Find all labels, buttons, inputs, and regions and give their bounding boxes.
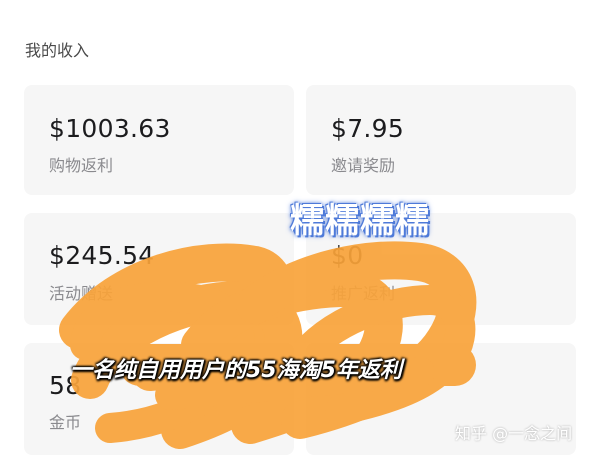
income-amount: $245.54 <box>49 241 155 270</box>
section-title: 我的收入 <box>25 41 90 60</box>
income-card-activity-gift[interactable]: $245.54 活动赠送 <box>24 213 294 325</box>
income-label: 活动赠送 <box>49 284 114 303</box>
credit-text: 知乎 @一念之间 <box>455 424 573 443</box>
income-amount: $0 <box>331 241 364 270</box>
watermark-text: 糯糯糯糯 <box>290 201 430 241</box>
income-amount: $1003.63 <box>49 114 171 143</box>
income-card-shopping-rebate[interactable]: $1003.63 购物返利 <box>24 85 294 195</box>
income-amount: $7.95 <box>331 114 405 143</box>
income-label: 邀请奖励 <box>331 156 396 175</box>
income-card-invite-reward[interactable]: $7.95 邀请奖励 <box>306 85 576 195</box>
income-label: 金币 <box>49 413 82 432</box>
income-label: 购物返利 <box>49 156 114 175</box>
caption-text: 一名纯自用用户的55海淘5年返利 <box>70 358 402 383</box>
income-label: 推广返利 <box>331 284 396 303</box>
